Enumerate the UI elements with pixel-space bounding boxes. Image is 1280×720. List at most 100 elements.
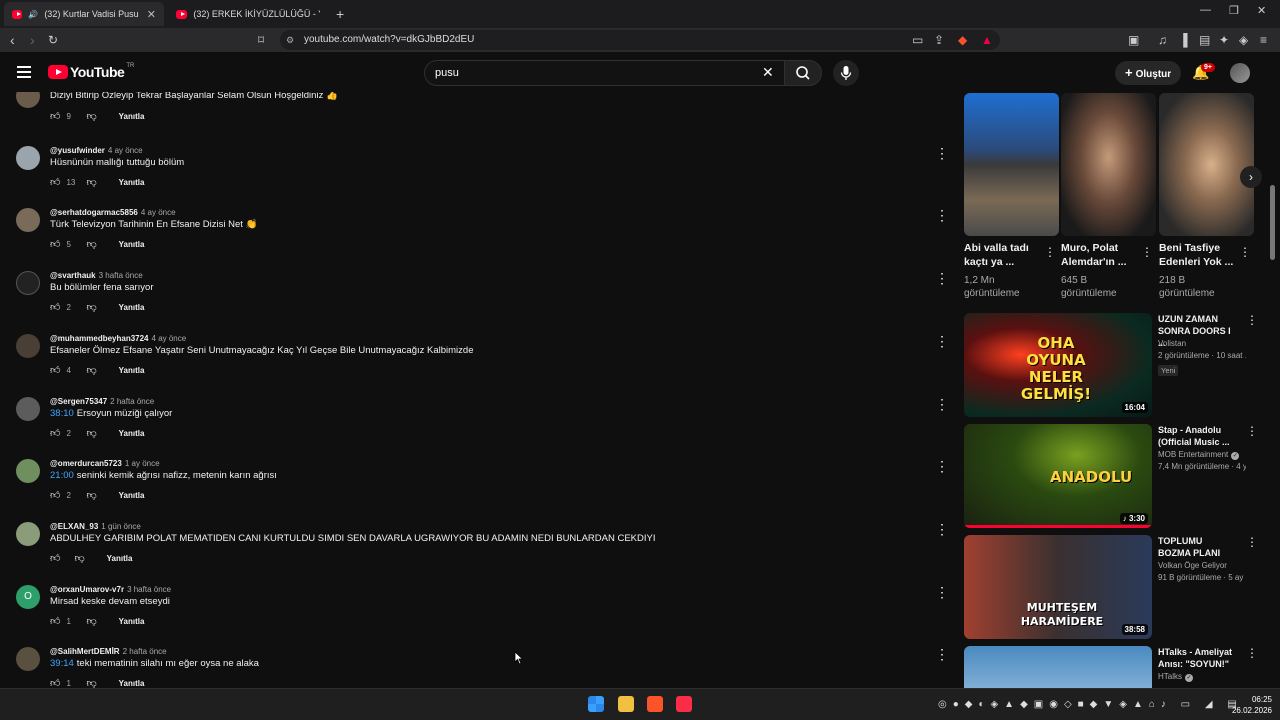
channel-name[interactable]: Volkan Öge Geliyor (1158, 561, 1227, 570)
like-icon[interactable]: 👍︎ (50, 677, 60, 688)
reply-button[interactable]: Yanıtla (119, 112, 145, 121)
comment-author[interactable]: @ELXAN_93 1 gün önce (50, 522, 141, 531)
tray-icons[interactable]: ◎●◆◐◈▲◆▣◉◇■◆▼◈▲⌂♪ ▭ ◢ ▤ (938, 699, 1243, 710)
windows-start-icon[interactable] (588, 696, 604, 712)
like-icon[interactable]: 👍︎ (50, 176, 60, 188)
comment-timestamp-link[interactable]: 39:14 (50, 658, 74, 669)
minimize-icon[interactable]: — (1200, 4, 1211, 16)
system-clock[interactable]: 06:25 26.02.2026 (1226, 694, 1272, 716)
video-menu-icon[interactable]: ⋮ (1246, 535, 1258, 549)
comment-author[interactable]: @Sergen75347 2 hafta önce (50, 397, 154, 406)
leo-icon[interactable]: ✦ (1219, 33, 1229, 47)
clear-search-icon[interactable]: ✕ (762, 64, 774, 80)
commenter-avatar[interactable] (16, 92, 40, 108)
short-thumbnail[interactable] (1061, 93, 1156, 236)
recommendation-item[interactable]: MUHTEŞEM HARAMİDERE 38:58 TOPLUMU BOZMA … (964, 535, 1264, 639)
comment-timestamp-link[interactable]: 21:00 (50, 470, 74, 481)
commenter-avatar[interactable]: O (16, 585, 40, 609)
short-thumbnail[interactable] (1159, 93, 1254, 236)
url-field[interactable]: youtube.com/watch?v=dkGJbBD2dEU (280, 30, 1000, 50)
video-menu-icon[interactable]: ⋮ (1246, 424, 1258, 438)
comment-author[interactable]: @muhammedbeyhan3724 4 ay önce (50, 334, 186, 343)
back-icon[interactable]: ‹ (10, 32, 15, 48)
maximize-icon[interactable]: ❐ (1229, 4, 1239, 17)
dislike-icon[interactable]: 👎︎ (86, 110, 96, 122)
recommendation-item[interactable]: ANADOLU ♪ 3:30 Stap - Anadolu (Official … (964, 424, 1264, 528)
reply-button[interactable]: Yanıtla (119, 617, 145, 626)
voice-search-button[interactable] (833, 60, 859, 86)
video-menu-icon[interactable]: ⋮ (1246, 646, 1258, 660)
dislike-icon[interactable]: 👎︎ (86, 301, 96, 313)
search-input[interactable]: pusu (424, 60, 786, 86)
like-icon[interactable]: 👍︎ (50, 615, 60, 627)
video-title[interactable]: HTalks - Ameliyat Anısı: "SOYUN!" (1158, 646, 1236, 670)
menu-icon[interactable]: ≡ (1260, 33, 1267, 47)
comment-menu-icon[interactable]: ⋮ (935, 585, 949, 599)
comment-author[interactable]: @yusufwinder 4 ay önce (50, 146, 143, 155)
youtube-logo[interactable]: YouTube TR (48, 63, 134, 80)
brave-rewards-icon[interactable]: ▲ (981, 33, 993, 47)
brave-shield-icon[interactable]: ◆ (958, 33, 967, 47)
reply-button[interactable]: Yanıtla (119, 491, 145, 500)
tab-erkek[interactable]: (32) ERKEK İKİYÜZLÜLÜĞÜ - YouTube (168, 2, 328, 26)
account-avatar[interactable] (1230, 63, 1250, 83)
bookmark-icon[interactable]: ⌑ (258, 33, 264, 47)
video-title[interactable]: TOPLUMU BOZMA PLANI (1158, 535, 1236, 559)
dislike-icon[interactable]: 👎︎ (86, 238, 96, 250)
short-thumbnail[interactable] (964, 93, 1059, 236)
reply-button[interactable]: Yanıtla (119, 240, 145, 249)
reply-button[interactable]: Yanıtla (119, 178, 145, 187)
comment-timestamp-link[interactable]: 38:10 (50, 408, 74, 419)
video-thumbnail[interactable]: MUHTEŞEM HARAMİDERE 38:58 (964, 535, 1152, 639)
like-icon[interactable]: 👍︎ (50, 110, 60, 122)
create-button[interactable]: + Oluştur (1115, 61, 1182, 85)
reply-button[interactable]: Yanıtla (119, 679, 145, 688)
comment-menu-icon[interactable]: ⋮ (935, 459, 949, 473)
short-menu-icon[interactable]: ⋮ (1141, 245, 1153, 259)
comment-menu-icon[interactable]: ⋮ (935, 271, 949, 285)
commenter-avatar[interactable] (16, 459, 40, 483)
comment-menu-icon[interactable]: ⋮ (935, 397, 949, 411)
like-icon[interactable]: 👍︎ (50, 552, 60, 564)
comment-menu-icon[interactable]: ⋮ (935, 522, 949, 536)
cast-icon[interactable]: ▭ (912, 33, 923, 47)
reply-button[interactable]: Yanıtla (119, 429, 145, 438)
short-title[interactable]: Beni Tasfiye Edenleri Yok ... (1159, 241, 1234, 269)
dislike-icon[interactable]: 👎︎ (86, 677, 96, 688)
tab-kurtlar-vadisi[interactable]: 🔊 (32) Kurtlar Vadisi Pusu | 179... ✕ (4, 2, 164, 26)
reader-icon[interactable]: ▣ (1128, 33, 1139, 47)
vpn-icon[interactable]: ◈ (1239, 33, 1248, 47)
reply-button[interactable]: Yanıtla (107, 554, 133, 563)
commenter-avatar[interactable] (16, 146, 40, 170)
close-window-icon[interactable]: ✕ (1257, 4, 1266, 17)
like-icon[interactable]: 👍︎ (50, 364, 60, 376)
dislike-icon[interactable]: 👎︎ (86, 364, 96, 376)
short-title[interactable]: Abi valla tadı kaçtı ya ... (964, 241, 1039, 269)
shorts-next-button[interactable]: › (1240, 166, 1262, 188)
like-icon[interactable]: 👍︎ (50, 301, 60, 313)
video-thumbnail[interactable]: OHA OYUNA NELER GELMİŞ! 16:04 (964, 313, 1152, 417)
search-button[interactable] (784, 60, 822, 86)
commenter-avatar[interactable] (16, 522, 40, 546)
comment-menu-icon[interactable]: ⋮ (935, 208, 949, 222)
music-icon[interactable]: ♫ (1158, 33, 1167, 47)
reply-button[interactable]: Yanıtla (119, 303, 145, 312)
dislike-icon[interactable]: 👎︎ (86, 427, 96, 439)
comment-menu-icon[interactable]: ⋮ (935, 146, 949, 160)
short-item[interactable]: Muro, Polat Alemdar'ın ... 645 B görüntü… (1061, 93, 1156, 299)
guide-menu-icon[interactable] (17, 66, 31, 78)
file-explorer-icon[interactable] (618, 696, 634, 712)
channel-name[interactable]: Volistan (1158, 339, 1186, 348)
channel-name[interactable]: HTalks ✓ (1158, 672, 1194, 682)
site-info-icon[interactable]: ⚙ (286, 35, 294, 46)
short-title[interactable]: Muro, Polat Alemdar'ın ... (1061, 241, 1136, 269)
like-icon[interactable]: 👍︎ (50, 238, 60, 250)
dislike-icon[interactable]: 👎︎ (86, 176, 96, 188)
wallet-icon[interactable]: ▤ (1199, 33, 1210, 47)
sidebar-icon[interactable]: ▐ (1179, 33, 1188, 47)
brave-browser-icon[interactable] (647, 696, 663, 712)
video-thumbnail[interactable] (964, 646, 1152, 688)
page-scrollbar[interactable] (1270, 185, 1275, 260)
comment-author[interactable]: @serhatdogarmac5856 4 ay önce (50, 208, 176, 217)
dislike-icon[interactable]: 👎︎ (86, 615, 96, 627)
